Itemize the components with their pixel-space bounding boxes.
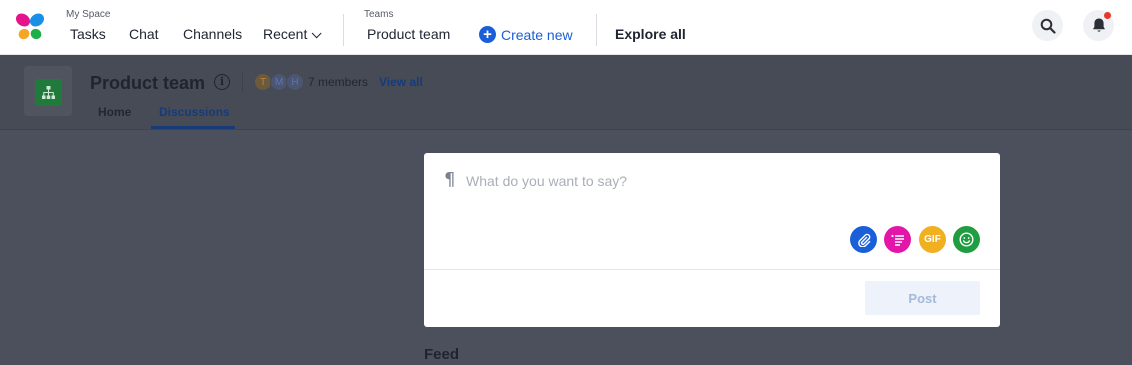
teams-caption: Teams (364, 9, 394, 20)
paperclip-icon (857, 233, 870, 247)
notification-badge (1103, 11, 1112, 20)
gif-button[interactable]: GIF (919, 226, 946, 253)
my-space-caption: My Space (66, 9, 111, 20)
composer-input[interactable] (466, 170, 966, 192)
nav-divider (343, 14, 344, 46)
plus-icon: + (479, 26, 496, 43)
create-new-label: Create new (501, 26, 573, 43)
emoji-button[interactable] (953, 226, 980, 253)
search-button[interactable] (1032, 10, 1063, 41)
nav-recent-label: Recent (263, 26, 308, 42)
tab-home[interactable]: Home (98, 105, 131, 119)
list-format-button[interactable] (884, 226, 911, 253)
org-chart-icon (42, 86, 55, 99)
nav-product-team[interactable]: Product team (367, 26, 450, 42)
nav-explore-all[interactable]: Explore all (615, 26, 686, 42)
active-tab-indicator (151, 126, 235, 129)
search-icon (1040, 18, 1056, 34)
composer-divider (424, 269, 1000, 270)
view-all-members-link[interactable]: View all (379, 75, 423, 89)
nav-channels[interactable]: Channels (183, 26, 242, 42)
team-title: Product team (90, 73, 206, 93)
create-new-button[interactable]: + Create new (479, 26, 573, 43)
tab-discussions[interactable]: Discussions (159, 105, 230, 119)
bell-icon (1092, 18, 1105, 32)
feed-heading: Feed (424, 346, 460, 363)
top-navigation-bar: My Space Tasks Chat Channels Recent Team… (0, 0, 1132, 55)
chevron-down-icon (312, 28, 322, 39)
attach-button[interactable] (850, 226, 877, 253)
member-avatar[interactable]: H (286, 73, 304, 91)
nav-recent[interactable]: Recent (263, 26, 322, 42)
post-button[interactable]: Post (865, 281, 980, 315)
info-icon[interactable]: i (214, 74, 230, 90)
paragraph-format-icon[interactable]: ¶ (444, 170, 455, 190)
nav-tasks[interactable]: Tasks (70, 26, 106, 42)
members-count: 7 members (308, 75, 369, 89)
nav-divider (596, 14, 597, 46)
list-icon (890, 234, 904, 246)
gif-icon: GIF (924, 234, 941, 245)
team-header: Product team i T M H 7 members View all … (0, 55, 1132, 130)
notifications-button[interactable] (1083, 10, 1114, 41)
nav-chat[interactable]: Chat (129, 26, 159, 42)
post-composer: ¶ GIF Post (424, 153, 1000, 327)
app-logo-icon[interactable] (14, 11, 46, 43)
header-divider (242, 72, 243, 92)
emoji-icon (959, 232, 974, 247)
team-avatar[interactable] (35, 79, 62, 106)
